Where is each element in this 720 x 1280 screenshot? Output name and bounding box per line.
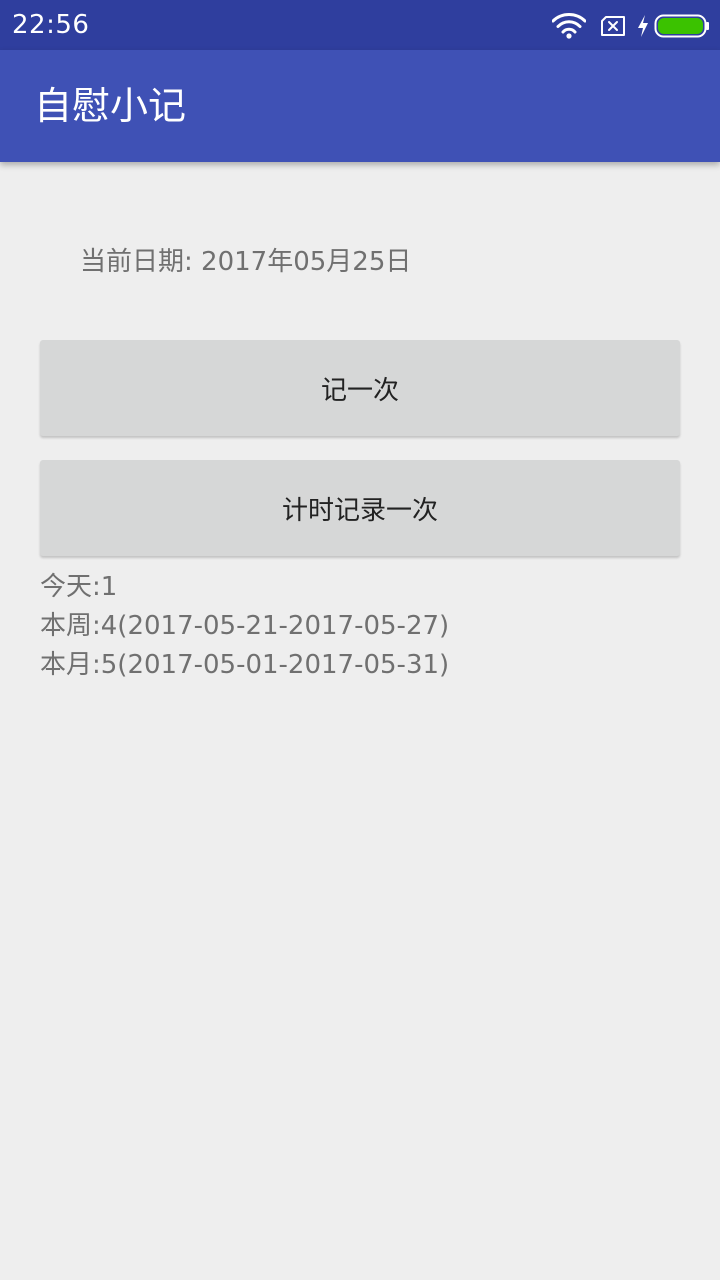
- status-bar: 22:56: [0, 0, 720, 50]
- charging-bolt-icon: [636, 14, 650, 38]
- status-icons: [552, 12, 710, 40]
- record-once-button[interactable]: 记一次: [40, 340, 680, 436]
- stats-week: 本周:4(2017-05-21-2017-05-27): [40, 611, 450, 641]
- sim-missing-icon: [600, 15, 626, 37]
- battery-icon: [654, 14, 710, 38]
- current-date-label: 当前日期: 2017年05月25日: [80, 247, 412, 277]
- stats-summary: 今天:1 本周:4(2017-05-21-2017-05-27) 本月:5(20…: [40, 568, 449, 685]
- wifi-icon: [552, 13, 586, 39]
- stats-month: 本月:5(2017-05-01-2017-05-31): [40, 650, 450, 680]
- stats-today: 今天:1: [40, 572, 118, 602]
- app-title: 自慰小记: [34, 84, 187, 128]
- status-time: 22:56: [12, 10, 90, 40]
- timed-record-button[interactable]: 计时记录一次: [40, 460, 680, 556]
- app-bar: 自慰小记: [0, 50, 720, 162]
